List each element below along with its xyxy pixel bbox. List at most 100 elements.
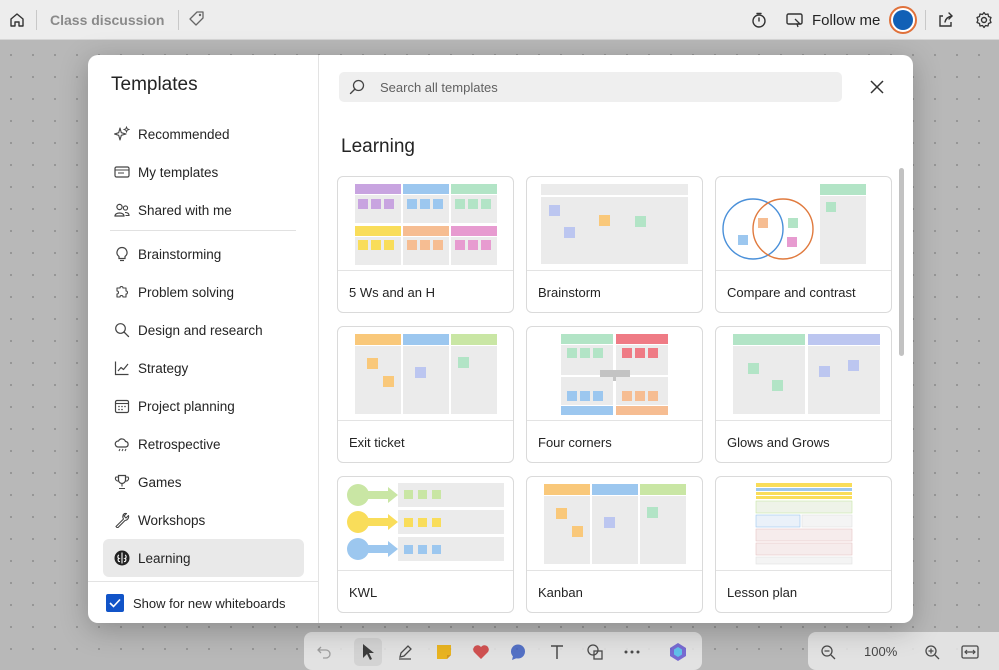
templates-sidebar: Templates Recommended My templates Share… — [88, 55, 319, 623]
top-bar: Class discussion Follow me — [0, 0, 999, 40]
sidebar-item-label: Workshops — [138, 512, 206, 528]
template-name: Lesson plan — [727, 585, 798, 600]
pen-icon[interactable] — [391, 638, 419, 666]
scrollbar[interactable] — [899, 168, 904, 356]
template-card-glows-and-grows[interactable]: Glows and Grows — [715, 326, 892, 463]
sidebar-item-strategy[interactable]: Strategy — [103, 349, 304, 387]
more-icon[interactable] — [618, 638, 646, 666]
templates-main: Learning 5 Ws and an H — [319, 55, 913, 623]
dialog-title: Templates — [111, 74, 198, 95]
divider — [925, 10, 926, 30]
search-icon — [348, 78, 366, 96]
template-card-kanban[interactable]: Kanban — [526, 476, 703, 613]
calendar-icon — [114, 399, 130, 414]
sidebar-item-design-and-research[interactable]: Design and research — [103, 311, 304, 349]
sidebar-item-brainstorming[interactable]: Brainstorming — [103, 235, 304, 273]
template-name: KWL — [349, 585, 378, 600]
templates-dialog: Templates Recommended My templates Share… — [88, 55, 913, 623]
sidebar-item-label: Project planning — [138, 398, 235, 414]
sparkle-icon — [114, 126, 130, 141]
gear-icon[interactable] — [973, 9, 995, 31]
sidebar-item-label: Strategy — [138, 360, 189, 376]
avatar[interactable] — [889, 6, 917, 34]
board-title[interactable]: Class discussion — [50, 12, 164, 28]
template-thumbnail — [716, 327, 891, 421]
wrench-icon — [115, 512, 130, 528]
template-card-exit-ticket[interactable]: Exit ticket — [337, 326, 514, 463]
template-name: Kanban — [538, 585, 583, 600]
sidebar-item-my-templates[interactable]: My templates — [103, 153, 304, 191]
sidebar-item-label: Brainstorming — [138, 246, 222, 262]
template-thumbnail — [338, 177, 513, 271]
close-button[interactable] — [865, 75, 889, 99]
search-input[interactable] — [378, 78, 822, 96]
template-card-5ws[interactable]: 5 Ws and an H — [337, 176, 514, 313]
sidebar-item-learning[interactable]: Learning — [103, 539, 304, 577]
follow-me-label: Follow me — [812, 11, 881, 29]
sidebar-divider — [110, 230, 296, 231]
text-icon[interactable] — [543, 638, 571, 666]
template-name: Glows and Grows — [727, 435, 830, 450]
comment-icon[interactable] — [504, 638, 532, 666]
sidebar-item-label: Learning — [138, 550, 191, 566]
timer-icon[interactable] — [748, 9, 770, 31]
follow-me-button[interactable]: Follow me — [786, 8, 880, 32]
home-icon[interactable] — [6, 9, 28, 31]
sidebar-item-label: Problem solving — [138, 284, 235, 300]
sidebar-item-shared-with-me[interactable]: Shared with me — [103, 191, 304, 229]
cloud-icon — [114, 438, 129, 452]
template-name: Brainstorm — [538, 285, 601, 300]
copilot-icon[interactable] — [664, 638, 692, 666]
search-box — [339, 72, 842, 102]
show-for-new-label[interactable]: Show for new whiteboards — [133, 596, 285, 611]
select-pointer-icon[interactable] — [354, 638, 382, 666]
sidebar-item-workshops[interactable]: Workshops — [103, 501, 304, 539]
sidebar-item-label: Shared with me — [138, 202, 232, 218]
template-thumbnail — [527, 177, 702, 271]
sidebar-item-project-planning[interactable]: Project planning — [103, 387, 304, 425]
fit-to-screen-icon[interactable] — [956, 638, 984, 666]
divider — [178, 10, 179, 30]
tag-icon[interactable] — [186, 8, 208, 30]
zoom-level[interactable]: 100% — [864, 644, 897, 659]
sidebar-item-label: Games — [138, 474, 182, 490]
brain-icon — [114, 550, 130, 566]
puzzle-icon — [116, 286, 128, 298]
show-for-new-checkbox[interactable] — [106, 594, 124, 612]
sidebar-item-recommended[interactable]: Recommended — [103, 115, 304, 153]
search-icon — [115, 323, 130, 338]
template-card-compare-and-contrast[interactable]: Compare and contrast — [715, 176, 892, 313]
zoom-out-icon[interactable] — [814, 638, 842, 666]
template-name: 5 Ws and an H — [349, 285, 435, 300]
sidebar-item-retrospective[interactable]: Retrospective — [103, 425, 304, 463]
undo-icon[interactable] — [310, 638, 338, 666]
lightbulb-icon — [116, 246, 128, 262]
template-thumbnail — [716, 177, 891, 271]
template-thumbnail — [716, 477, 891, 571]
template-thumbnail — [338, 327, 513, 421]
shapes-icon[interactable] — [581, 638, 609, 666]
sidebar-item-label: My templates — [138, 164, 219, 180]
close-icon — [870, 80, 884, 94]
template-card-lesson-plan[interactable]: Lesson plan — [715, 476, 892, 613]
drawing-toolbar — [304, 632, 702, 670]
template-name: Four corners — [538, 435, 612, 450]
template-card-four-corners[interactable]: Four corners — [526, 326, 703, 463]
reactions-heart-icon[interactable] — [467, 638, 495, 666]
template-card-kwl[interactable]: KWL — [337, 476, 514, 613]
people-icon — [114, 203, 130, 217]
sticky-note-icon[interactable] — [430, 638, 458, 666]
sidebar-item-games[interactable]: Games — [103, 463, 304, 501]
template-thumbnail — [338, 477, 513, 571]
template-name: Exit ticket — [349, 435, 405, 450]
present-icon — [786, 13, 803, 28]
template-thumbnail — [527, 327, 702, 421]
zoom-toolbar — [808, 632, 999, 670]
template-card-brainstorm[interactable]: Brainstorm — [526, 176, 703, 313]
zoom-in-icon[interactable] — [918, 638, 946, 666]
share-icon[interactable] — [935, 9, 957, 31]
sidebar-item-label: Recommended — [138, 126, 230, 142]
sidebar-item-problem-solving[interactable]: Problem solving — [103, 273, 304, 311]
sidebar-footer: Show for new whiteboards — [88, 581, 319, 623]
section-title: Learning — [341, 136, 415, 157]
